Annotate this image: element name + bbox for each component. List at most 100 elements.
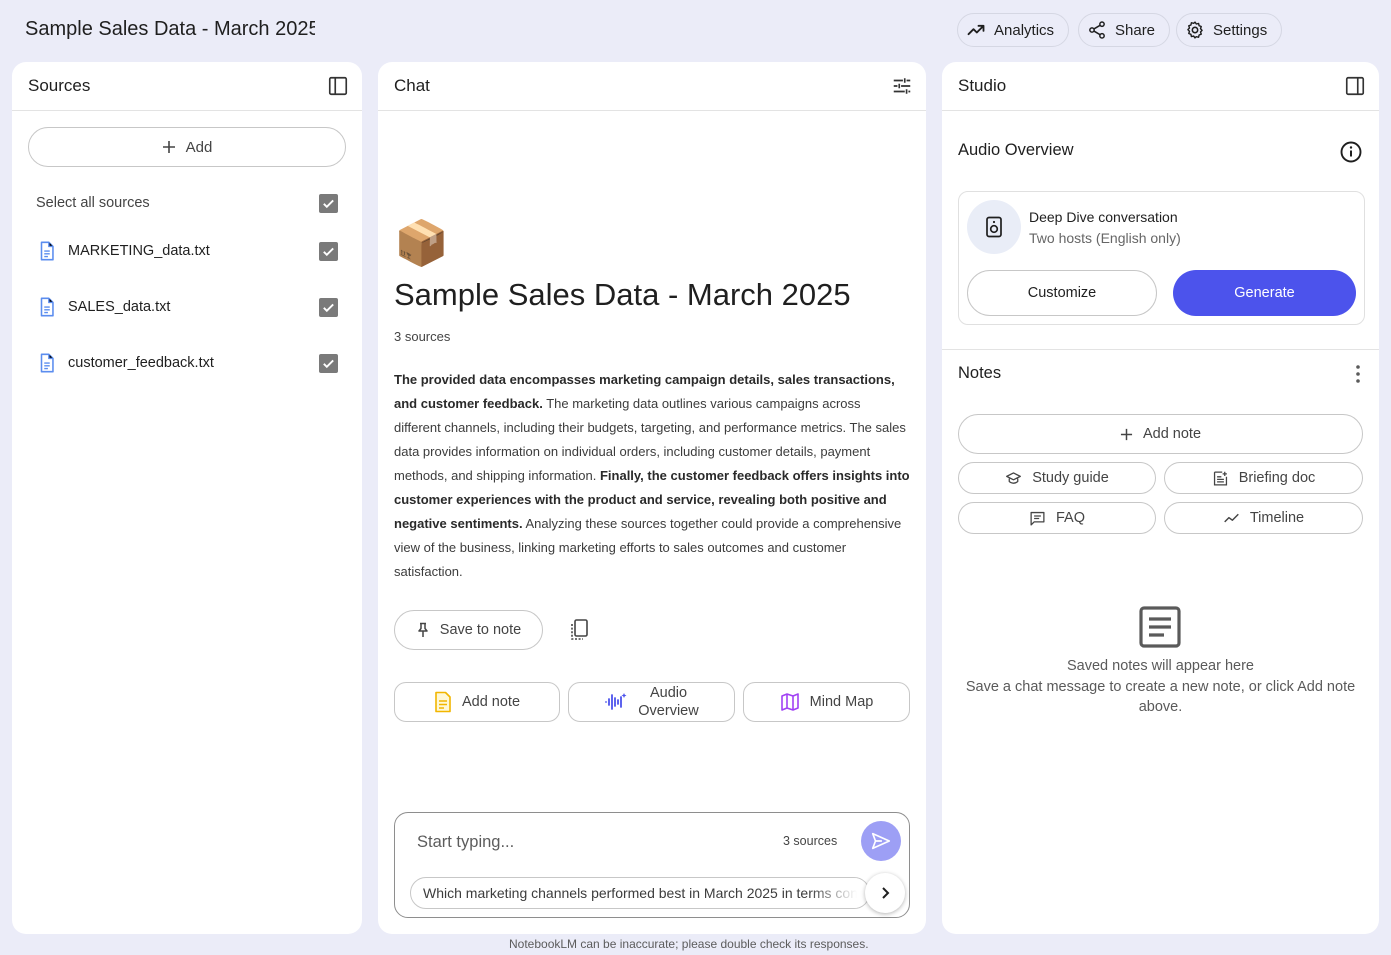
add-note-studio-button[interactable]: Add note [958, 414, 1363, 454]
waveform-icon [605, 693, 627, 710]
chat-composer: 3 sources Which marketing channels perfo… [394, 812, 910, 918]
faq-label: FAQ [1055, 510, 1085, 526]
mind-map-label: Mind Map [809, 694, 874, 710]
speaker-icon [986, 216, 1002, 238]
notebook-title[interactable]: Sample Sales Data - March 2025 [25, 18, 315, 41]
sources-title: Sources [28, 76, 91, 95]
share-label: Share [1115, 21, 1156, 39]
next-suggestion-button[interactable] [865, 873, 905, 913]
save-to-note-label: Save to note [439, 622, 522, 638]
plus-icon [162, 141, 175, 153]
notes-empty-title: Saved notes will appear here [1066, 658, 1254, 674]
source-count: 3 sources [394, 329, 451, 344]
right-panel-icon [1345, 76, 1365, 96]
document-icon [40, 353, 54, 373]
timeline-label: Timeline [1249, 510, 1305, 526]
select-all-row: Select all sources [36, 191, 338, 215]
document-icon [40, 241, 54, 261]
study-guide-button[interactable]: Study guide [958, 462, 1156, 494]
composer-source-count: 3 sources [783, 834, 838, 848]
source-item[interactable]: customer_feedback.txt [36, 351, 338, 375]
send-icon [871, 832, 891, 850]
collapse-sources-button[interactable] [326, 74, 350, 98]
customize-button[interactable]: Customize [967, 270, 1157, 316]
studio-panel: Studio Audio Overview Deep Dive conversa… [942, 62, 1379, 934]
plus-icon [1120, 428, 1133, 440]
source-checkbox[interactable] [319, 241, 338, 261]
collapse-studio-button[interactable] [1343, 74, 1367, 98]
faq-button[interactable]: FAQ [958, 502, 1156, 534]
notes-empty-subtitle: Save a chat message to create a new note… [965, 679, 1356, 715]
faq-icon [1030, 511, 1045, 526]
timeline-button[interactable]: Timeline [1164, 502, 1363, 534]
briefing-icon [1213, 470, 1227, 486]
checkmark-icon [323, 247, 334, 256]
source-item[interactable]: MARKETING_data.txt [36, 239, 338, 263]
add-note-label: Add note [461, 694, 521, 710]
chat-header: Chat [378, 62, 926, 111]
gear-icon [1187, 21, 1203, 39]
deep-dive-title: Deep Dive conversation [1029, 209, 1178, 225]
checkmark-icon [323, 199, 334, 208]
sources-header: Sources [12, 62, 362, 111]
chat-settings-button[interactable] [890, 74, 914, 98]
audio-overview-label-line1: Audio [649, 685, 688, 701]
audio-overview-label-line2: Overview [638, 703, 699, 719]
source-name: customer_feedback.txt [68, 355, 214, 371]
chevron-right-icon [882, 887, 890, 899]
settings-button[interactable]: Settings [1176, 13, 1283, 47]
suggestion-fade [809, 878, 869, 908]
share-icon [1089, 21, 1105, 39]
select-all-label: Select all sources [36, 195, 150, 211]
notes-title: Notes [958, 364, 1002, 382]
map-icon [780, 693, 799, 711]
checkmark-icon [323, 303, 334, 312]
school-icon [1006, 471, 1022, 484]
source-checkbox[interactable] [319, 297, 338, 317]
chat-input[interactable] [417, 831, 757, 853]
sources-panel: Sources Add Select all sources MARKETING… [12, 62, 362, 934]
left-panel-icon [328, 76, 348, 96]
notes-empty-icon [1139, 606, 1181, 648]
analytics-button[interactable]: Analytics [957, 13, 1070, 47]
briefing-doc-button[interactable]: Briefing doc [1164, 462, 1363, 494]
suggested-question[interactable]: Which marketing channels performed best … [410, 877, 870, 909]
deep-dive-subtitle: Two hosts (English only) [1029, 230, 1181, 246]
trending-up-icon [967, 24, 985, 36]
add-source-button[interactable]: Add [28, 127, 346, 167]
copy-icon[interactable] [568, 618, 590, 642]
add-note-button[interactable]: Add note [394, 682, 560, 722]
save-to-note-button[interactable]: Save to note [394, 610, 543, 650]
analytics-label: Analytics [994, 21, 1055, 39]
notebook-summary: The provided data encompasses marketing … [394, 368, 910, 584]
select-all-checkbox[interactable] [319, 193, 338, 213]
info-icon[interactable] [1339, 140, 1363, 164]
chat-panel: Chat 📦 Sample Sales Data - March 2025 3 … [378, 62, 926, 934]
checkmark-icon [323, 359, 334, 368]
chat-title: Chat [394, 76, 430, 95]
audio-overview-button[interactable]: Audio Overview [568, 682, 735, 722]
settings-label: Settings [1213, 21, 1268, 39]
share-button[interactable]: Share [1078, 13, 1171, 47]
briefing-doc-label: Briefing doc [1238, 470, 1316, 486]
send-button[interactable] [861, 821, 901, 861]
source-item[interactable]: SALES_data.txt [36, 295, 338, 319]
deep-dive-card: Deep Dive conversation Two hosts (Englis… [958, 191, 1365, 325]
audio-overview-title: Audio Overview [958, 141, 1074, 159]
studio-title: Studio [958, 76, 1007, 95]
pin-icon [418, 622, 428, 637]
generate-button[interactable]: Generate [1173, 270, 1356, 316]
mind-map-button[interactable]: Mind Map [743, 682, 910, 722]
disclaimer-text: NotebookLM can be inaccurate; please dou… [509, 937, 869, 951]
study-guide-label: Study guide [1032, 470, 1109, 486]
more-vert-icon[interactable] [1348, 362, 1368, 386]
note-icon [435, 691, 451, 713]
source-checkbox[interactable] [319, 353, 338, 373]
section-divider [942, 349, 1379, 350]
document-icon [40, 297, 54, 317]
speaker-badge [967, 200, 1021, 254]
package-icon: 📦 [394, 219, 449, 268]
audio-overview-label: Audio Overview [638, 684, 698, 720]
studio-header: Studio [942, 62, 1379, 111]
notebook-heading: Sample Sales Data - March 2025 [394, 277, 851, 312]
